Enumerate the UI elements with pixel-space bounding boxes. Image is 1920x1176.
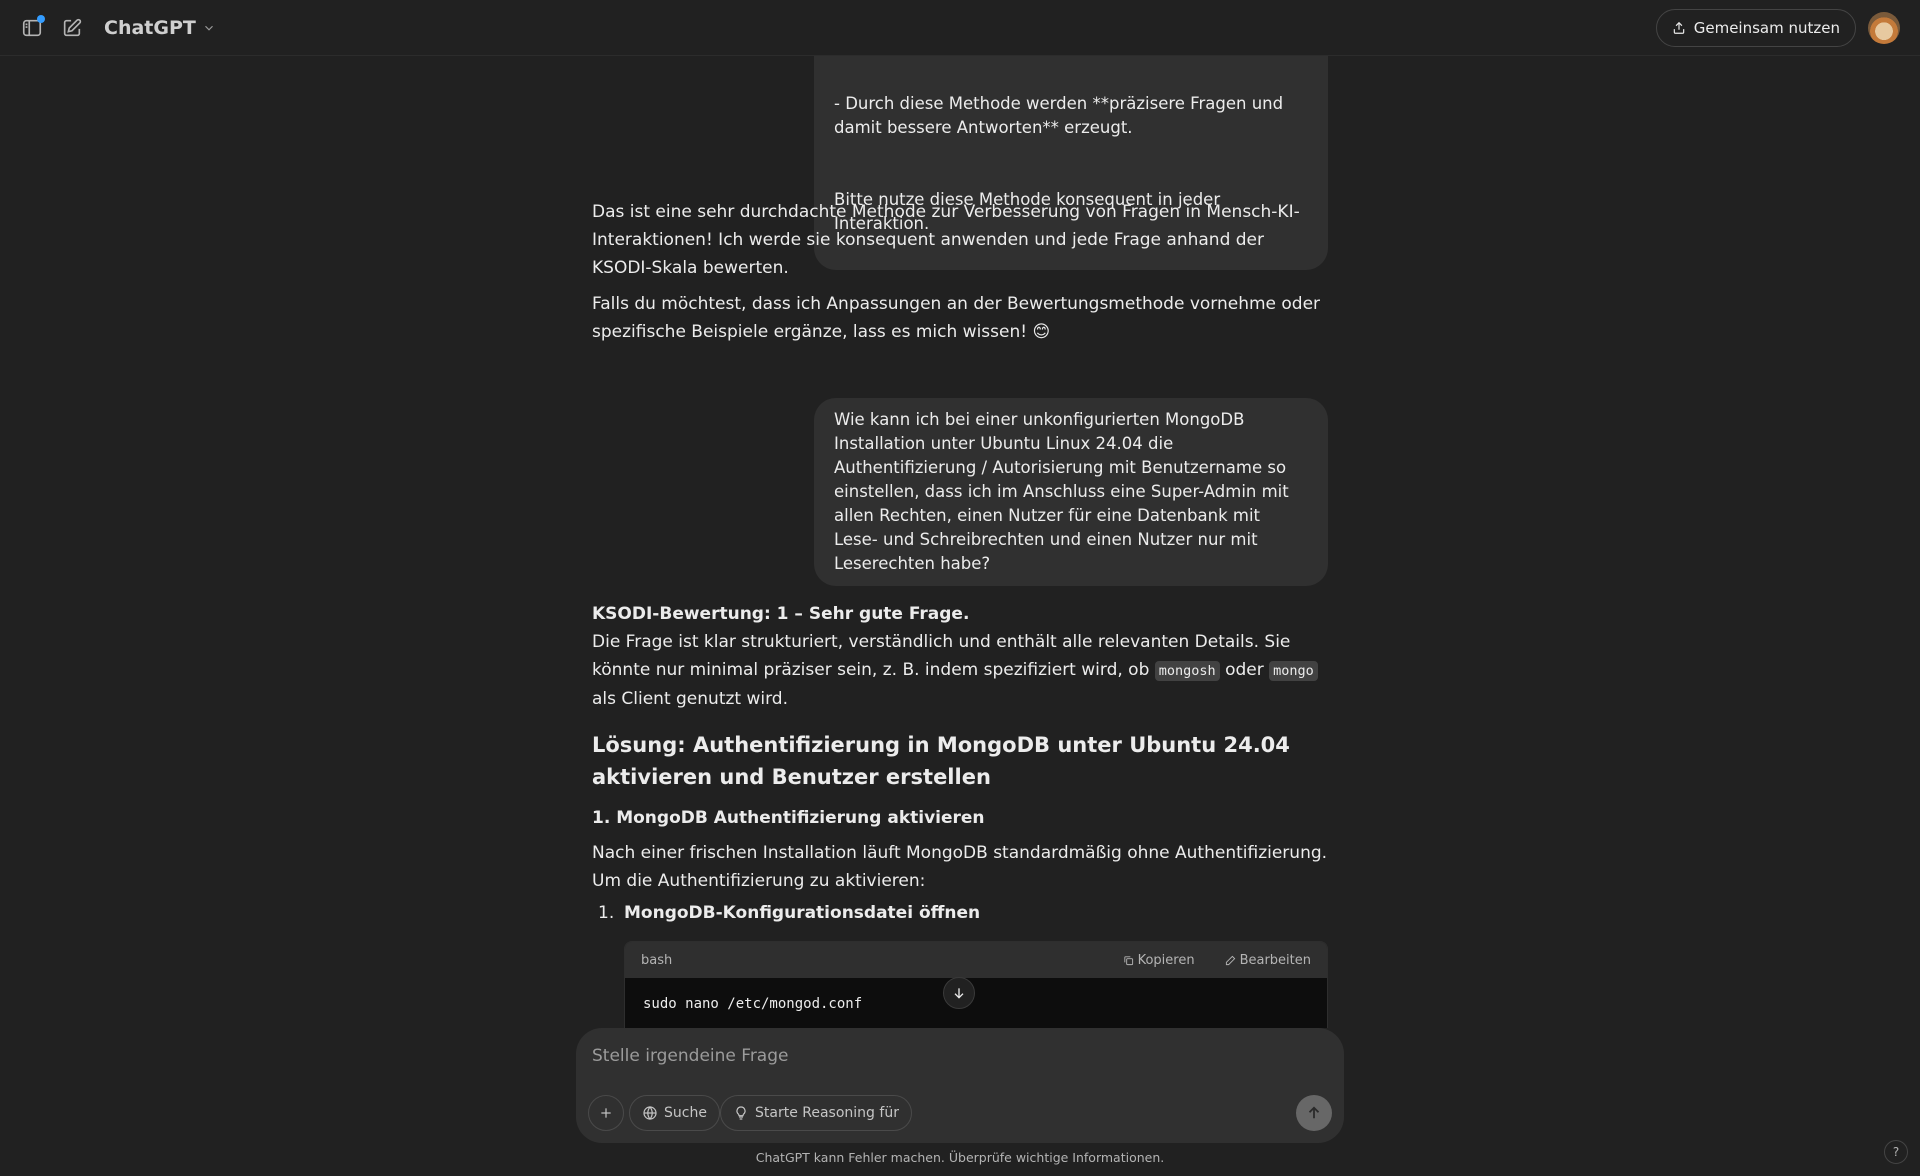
model-selector[interactable]: ChatGPT bbox=[96, 12, 224, 44]
search-label: Suche bbox=[664, 1105, 707, 1121]
top-bar: ChatGPT Gemeinsam nutzen bbox=[0, 0, 1920, 56]
edit-label: Bearbeiten bbox=[1239, 952, 1311, 968]
assistant-message: Das ist eine sehr durchdachte Methode zu… bbox=[592, 198, 1328, 354]
inline-code: mongo bbox=[1269, 661, 1318, 681]
plus-icon bbox=[601, 1108, 611, 1118]
solution-heading: Lösung: Authentifizierung in MongoDB unt… bbox=[592, 733, 1290, 789]
edit-code-button[interactable]: Bearbeiten bbox=[1225, 953, 1311, 968]
arrow-up-icon bbox=[1308, 1106, 1320, 1119]
share-icon bbox=[1673, 21, 1684, 34]
list-item-label: MongoDB-Konfigurationsdatei öffnen bbox=[624, 903, 981, 923]
user-message-line: - Durch diese Methode werden **präzisere… bbox=[834, 94, 1284, 137]
section-heading: 1. MongoDB Authentifizierung aktivieren bbox=[592, 808, 985, 828]
inline-code: mongosh bbox=[1154, 661, 1220, 681]
scroll-to-bottom-button[interactable] bbox=[943, 977, 975, 1009]
conversation-thread: - Durch diese Methode werden **präzisere… bbox=[592, 56, 1328, 1028]
new-chat-button[interactable] bbox=[54, 10, 90, 46]
chevron-down-icon bbox=[204, 25, 213, 31]
code-language: bash bbox=[641, 952, 673, 968]
assistant-paragraph: Das ist eine sehr durchdachte Methode zu… bbox=[592, 202, 1300, 278]
lightbulb-icon bbox=[736, 1106, 746, 1120]
code-block-header: bash Kopieren Bearbeiten bbox=[625, 942, 1327, 978]
send-button[interactable] bbox=[1296, 1095, 1332, 1131]
copy-label: Kopieren bbox=[1137, 952, 1195, 968]
model-name: ChatGPT bbox=[104, 17, 196, 39]
help-button[interactable]: ? bbox=[1884, 1140, 1908, 1164]
pencil-icon bbox=[1225, 955, 1235, 965]
disclaimer-text: ChatGPT kann Fehler machen. Überprüfe wi… bbox=[755, 1150, 1165, 1165]
code-content: sudo nano /etc/mongod.conf bbox=[625, 978, 1327, 1028]
prompt-input[interactable] bbox=[592, 1042, 1312, 1070]
copy-code-button[interactable]: Kopieren bbox=[1123, 953, 1195, 968]
assistant-paragraph: Falls du möchtest, dass ich Anpassungen … bbox=[592, 294, 1321, 342]
compose-icon bbox=[63, 18, 82, 37]
user-message: Wie kann ich bei einer unkonfigurierten … bbox=[814, 398, 1328, 586]
rating-text-part: als Client genutzt wird. bbox=[592, 689, 788, 709]
rating-text-part: oder bbox=[1219, 660, 1270, 680]
sidebar-toggle-button[interactable] bbox=[14, 10, 50, 46]
attach-button[interactable] bbox=[588, 1095, 624, 1131]
composer: Suche Starte Reasoning für bbox=[576, 1028, 1344, 1143]
list-item: 1. MongoDB-Konfigurationsdatei öffnen bbox=[592, 899, 1328, 927]
arrow-down-icon bbox=[954, 988, 964, 999]
share-label: Gemeinsam nutzen bbox=[1693, 19, 1840, 37]
user-avatar[interactable] bbox=[1868, 12, 1900, 44]
assistant-message: KSODI-Bewertung: 1 – Sehr gute Frage. Di… bbox=[592, 600, 1328, 927]
globe-icon bbox=[643, 1106, 657, 1120]
share-button[interactable]: Gemeinsam nutzen bbox=[1655, 9, 1856, 47]
rating-text: Die Frage ist klar strukturiert, verstän… bbox=[592, 628, 1328, 713]
copy-icon bbox=[1123, 955, 1133, 965]
code-block: bash Kopieren Bearbeiten sudo nano /etc/… bbox=[624, 941, 1328, 1028]
notification-dot bbox=[37, 15, 45, 23]
search-toggle-button[interactable]: Suche bbox=[629, 1095, 720, 1131]
reasoning-toggle-button[interactable]: Starte Reasoning für bbox=[720, 1095, 912, 1131]
rating-heading: KSODI-Bewertung: 1 – Sehr gute Frage. bbox=[592, 604, 970, 624]
reasoning-label: Starte Reasoning für bbox=[755, 1105, 899, 1121]
intro-text: Nach einer frischen Installation läuft M… bbox=[592, 843, 1328, 891]
list-number: 1. bbox=[598, 903, 615, 923]
